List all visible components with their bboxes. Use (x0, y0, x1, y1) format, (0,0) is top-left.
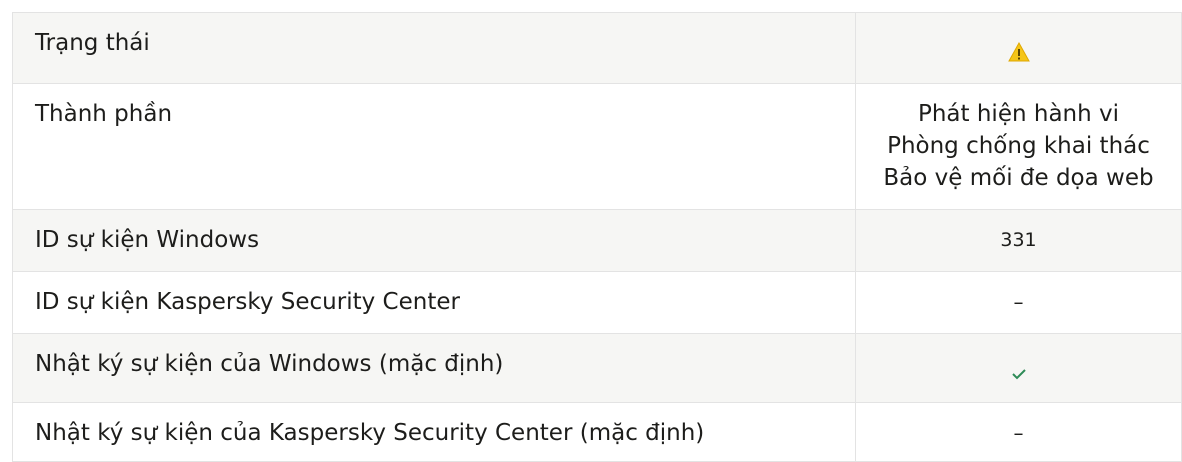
windows-event-id-label: ID sự kiện Windows (12, 209, 856, 272)
component-exploit-prevention: Phòng chống khai thác (887, 133, 1150, 159)
checkmark-icon (1011, 358, 1027, 390)
table-row-windows-log: Nhật ký sự kiện của Windows (mặc định) (12, 333, 1182, 403)
table-row-components: Thành phần Phát hiện hành vi Phòng chống… (12, 83, 1182, 210)
table-row-windows-event-id: ID sự kiện Windows 331 (12, 209, 1182, 272)
status-label: Trạng thái (12, 12, 856, 84)
table-row-status: Trạng thái (12, 12, 1182, 84)
components-label: Thành phần (12, 83, 856, 210)
table-row-ksc-log: Nhật ký sự kiện của Kaspersky Security C… (12, 402, 1182, 462)
component-web-threat-protection: Bảo vệ mối đe dọa web (883, 165, 1154, 191)
ksc-event-id-label: ID sự kiện Kaspersky Security Center (12, 271, 856, 334)
ksc-log-label: Nhật ký sự kiện của Kaspersky Security C… (12, 402, 856, 462)
status-value (855, 12, 1182, 84)
windows-log-value (855, 333, 1182, 403)
ksc-event-id-value: – (855, 271, 1182, 334)
windows-event-id-value: 331 (855, 209, 1182, 272)
component-behavior-detection: Phát hiện hành vi (917, 101, 1119, 127)
ksc-log-value: – (855, 402, 1182, 462)
windows-log-label: Nhật ký sự kiện của Windows (mặc định) (12, 333, 856, 403)
warning-icon (1007, 39, 1030, 71)
event-properties-table: Trạng thái Thành phần Phát hiện hành vi … (12, 12, 1182, 462)
table-row-ksc-event-id: ID sự kiện Kaspersky Security Center – (12, 271, 1182, 334)
components-value: Phát hiện hành vi Phòng chống khai thác … (855, 83, 1182, 210)
